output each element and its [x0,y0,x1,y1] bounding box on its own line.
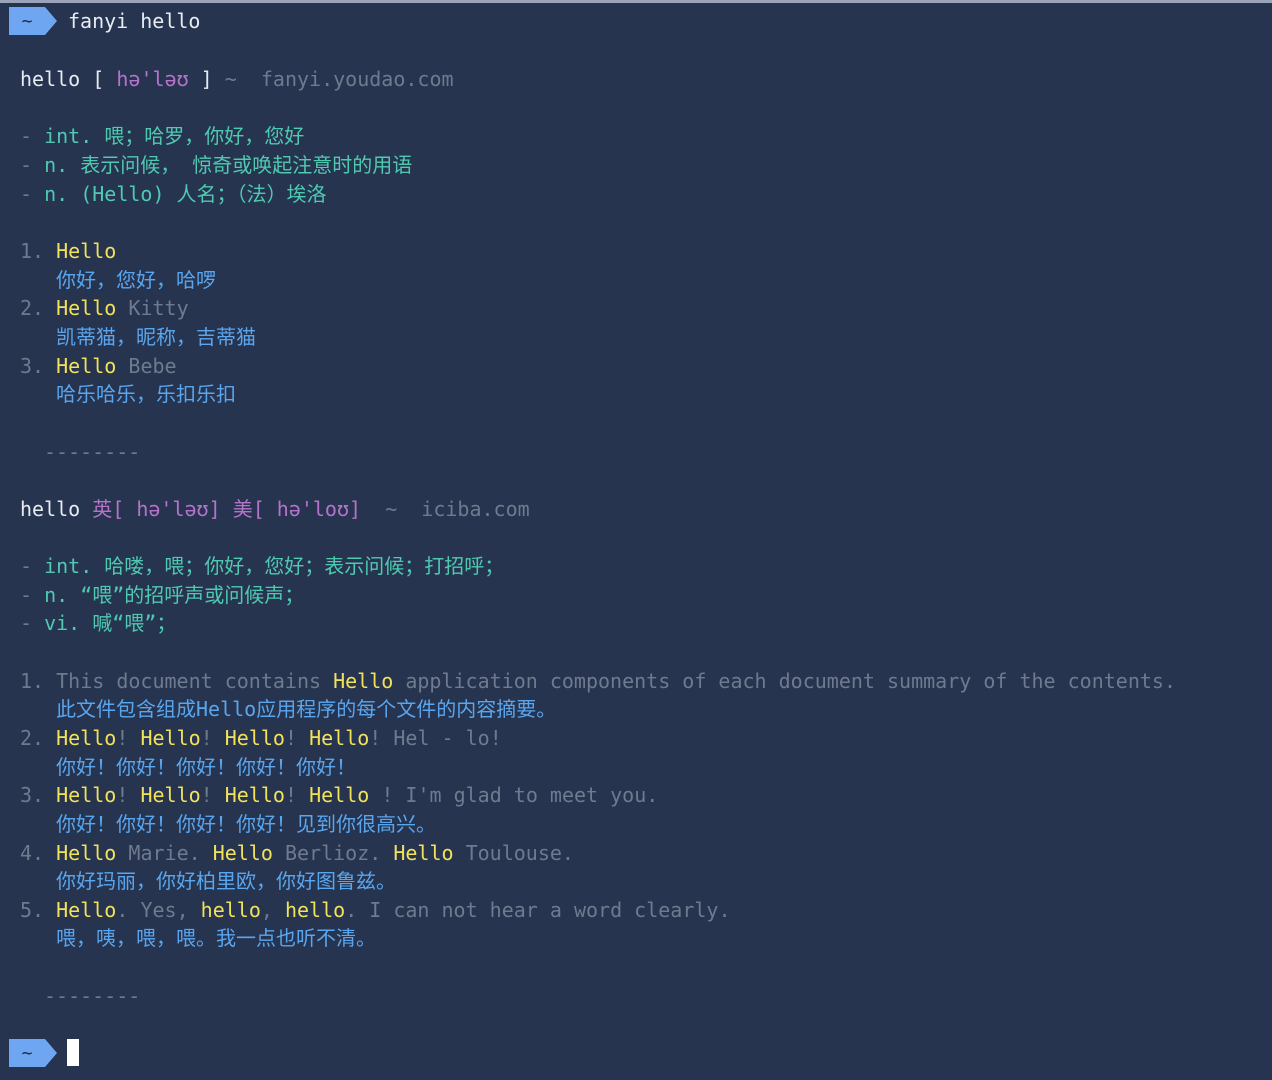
example-line: 1. This document contains Hello applicat… [20,669,1176,693]
text-cursor[interactable] [67,1039,79,1066]
example-translation: 你好，您好，哈啰 [56,268,216,292]
youdao-word: hello [20,67,81,91]
example-translation: 你好！你好！你好！你好！见到你很高兴。 [56,812,436,836]
youdao-phonetic: hə'ləʊ [116,67,189,91]
prompt-symbol: ~ [22,1043,33,1064]
example-translation: 此文件包含组成Hello应用程序的每个文件的内容摘要。 [56,697,557,721]
example-line: 2. Hello Kitty [20,296,189,320]
example-line: 5. Hello. Yes, hello, hello. I can not h… [20,898,731,922]
iciba-header: hello 英[ hə'ləʊ] 美[ hə'loʊ] ~ iciba.com [20,497,530,521]
definition-line: - n. “喂”的招呼声或问候声； [20,583,305,607]
example-line: 4. Hello Marie. Hello Berlioz. Hello Tou… [20,841,574,865]
iciba-word: hello [20,497,81,521]
youdao-header: hello [ hə'ləʊ ] ~ fanyi.youdao.com [20,67,454,91]
example-translation: 哈乐哈乐，乐扣乐扣 [56,382,236,406]
uk-phonetic: [ hə'ləʊ] [112,497,221,521]
definition-line: - n. (Hello) 人名；（法）埃洛 [20,182,327,206]
example-translation: 凯蒂猫，昵称，吉蒂猫 [56,325,256,349]
example-line: 1. Hello [20,239,117,263]
command-line: fanyi hello [68,9,201,33]
example-line: 3. Hello! Hello! Hello! Hello ! I'm glad… [20,783,659,807]
separator: -------- [44,440,141,464]
example-line: 3. Hello Bebe [20,354,177,378]
definition-line: - n. 表示问候， 惊奇或唤起注意时的用语 [20,153,413,177]
us-phonetic: [ hə'loʊ] [252,497,362,521]
prompt-symbol: ~ [22,11,33,32]
definition-line: - int. 哈喽，喂；你好，您好；表示问候；打招呼； [20,554,505,578]
prompt-badge: ~ [9,7,59,35]
definition-line: - vi. 喊“喂”； [20,611,177,635]
separator: -------- [44,984,141,1008]
example-translation: 你好玛丽，你好柏里欧，你好图鲁兹。 [56,869,396,893]
prompt-badge: ~ [9,1039,59,1067]
example-line: 2. Hello! Hello! Hello! Hello! Hel - lo! [20,726,502,750]
iciba-source: iciba.com [421,497,530,521]
example-translation: 你好！你好！你好！你好！你好！ [56,755,356,779]
youdao-source: fanyi.youdao.com [260,67,454,91]
example-translation: 喂，咦，喂，喂。我一点也听不清。 [56,926,376,950]
window-top-border [0,0,1272,3]
definition-line: - int. 喂；哈罗，你好，您好 [20,124,305,148]
